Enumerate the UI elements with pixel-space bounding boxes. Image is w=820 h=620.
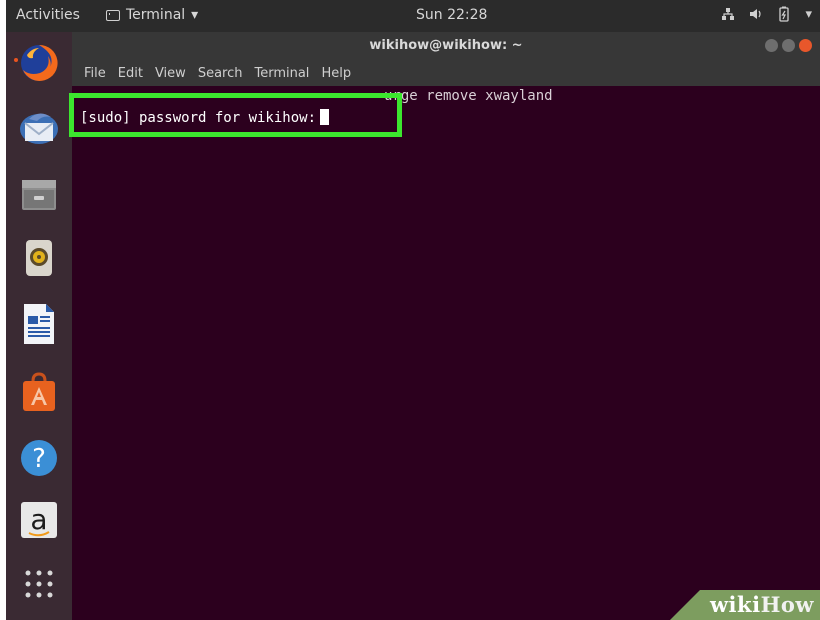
dock-item-show-apps[interactable] (13, 558, 65, 610)
highlight-box (69, 93, 402, 137)
amazon-glyph: a (30, 503, 47, 536)
help-icon: ? (21, 440, 57, 476)
rhythmbox-icon (26, 240, 52, 276)
menu-view[interactable]: View (155, 66, 186, 81)
dock-item-thunderbird[interactable] (13, 101, 65, 153)
window-titlebar[interactable]: wikihow@wikihow: ~ (72, 32, 820, 60)
dock-item-amazon[interactable]: a (13, 494, 65, 546)
activities-button[interactable]: Activities (16, 7, 80, 23)
close-button[interactable] (799, 39, 812, 52)
volume-icon (750, 9, 762, 19)
maximize-button[interactable] (782, 39, 795, 52)
show-applications-icon (25, 570, 53, 598)
terminal-output[interactable]: urge remove xwayland [sudo] password for… (72, 86, 820, 620)
libreoffice-writer-icon (24, 304, 54, 344)
dock-item-firefox[interactable] (13, 37, 65, 89)
minimize-button[interactable] (765, 39, 778, 52)
terminal-small-icon (106, 9, 120, 21)
battery-icon (779, 6, 790, 22)
menu-file[interactable]: File (84, 66, 106, 81)
dock-item-help[interactable]: ? (13, 432, 65, 484)
running-indicator (14, 58, 18, 62)
watermark-wiki: wiki (709, 592, 761, 617)
window-title: wikihow@wikihow: ~ (369, 38, 523, 53)
app-menu-label: Terminal (126, 7, 186, 23)
command-line-partial: urge remove xwayland (384, 88, 553, 104)
window-controls (765, 39, 812, 52)
thunderbird-icon (20, 113, 58, 144)
menu-search[interactable]: Search (198, 66, 243, 81)
app-menu-chevron-icon: ▾ (191, 7, 199, 23)
menu-help[interactable]: Help (321, 66, 351, 81)
watermark-how: How (760, 592, 814, 617)
amazon-icon: a (21, 502, 57, 538)
help-glyph: ? (32, 444, 46, 474)
dock: ? a (6, 32, 72, 620)
ubuntu-software-icon (23, 372, 55, 411)
menu-terminal[interactable]: Terminal (254, 66, 309, 81)
menu-edit[interactable]: Edit (118, 66, 143, 81)
dock-item-files[interactable] (13, 168, 65, 220)
dock-item-software[interactable] (13, 366, 65, 418)
system-tray[interactable]: ▾ (721, 6, 812, 22)
dock-item-rhythmbox[interactable] (13, 232, 65, 284)
files-icon (22, 180, 56, 210)
chevron-down-icon: ▾ (805, 6, 812, 22)
app-menu[interactable]: Terminal ▾ (106, 7, 198, 23)
screen: Activities Terminal ▾ Sun 22:28 ▾ ? a wi… (6, 0, 820, 620)
watermark-logo: wikiHow (710, 592, 814, 617)
network-icon (722, 8, 735, 20)
dock-item-writer[interactable] (13, 298, 65, 350)
firefox-icon (21, 44, 58, 81)
top-bar: Activities Terminal ▾ Sun 22:28 ▾ (6, 0, 820, 32)
clock[interactable]: Sun 22:28 (416, 7, 487, 23)
menu-bar: File Edit View Search Terminal Help (72, 60, 820, 86)
